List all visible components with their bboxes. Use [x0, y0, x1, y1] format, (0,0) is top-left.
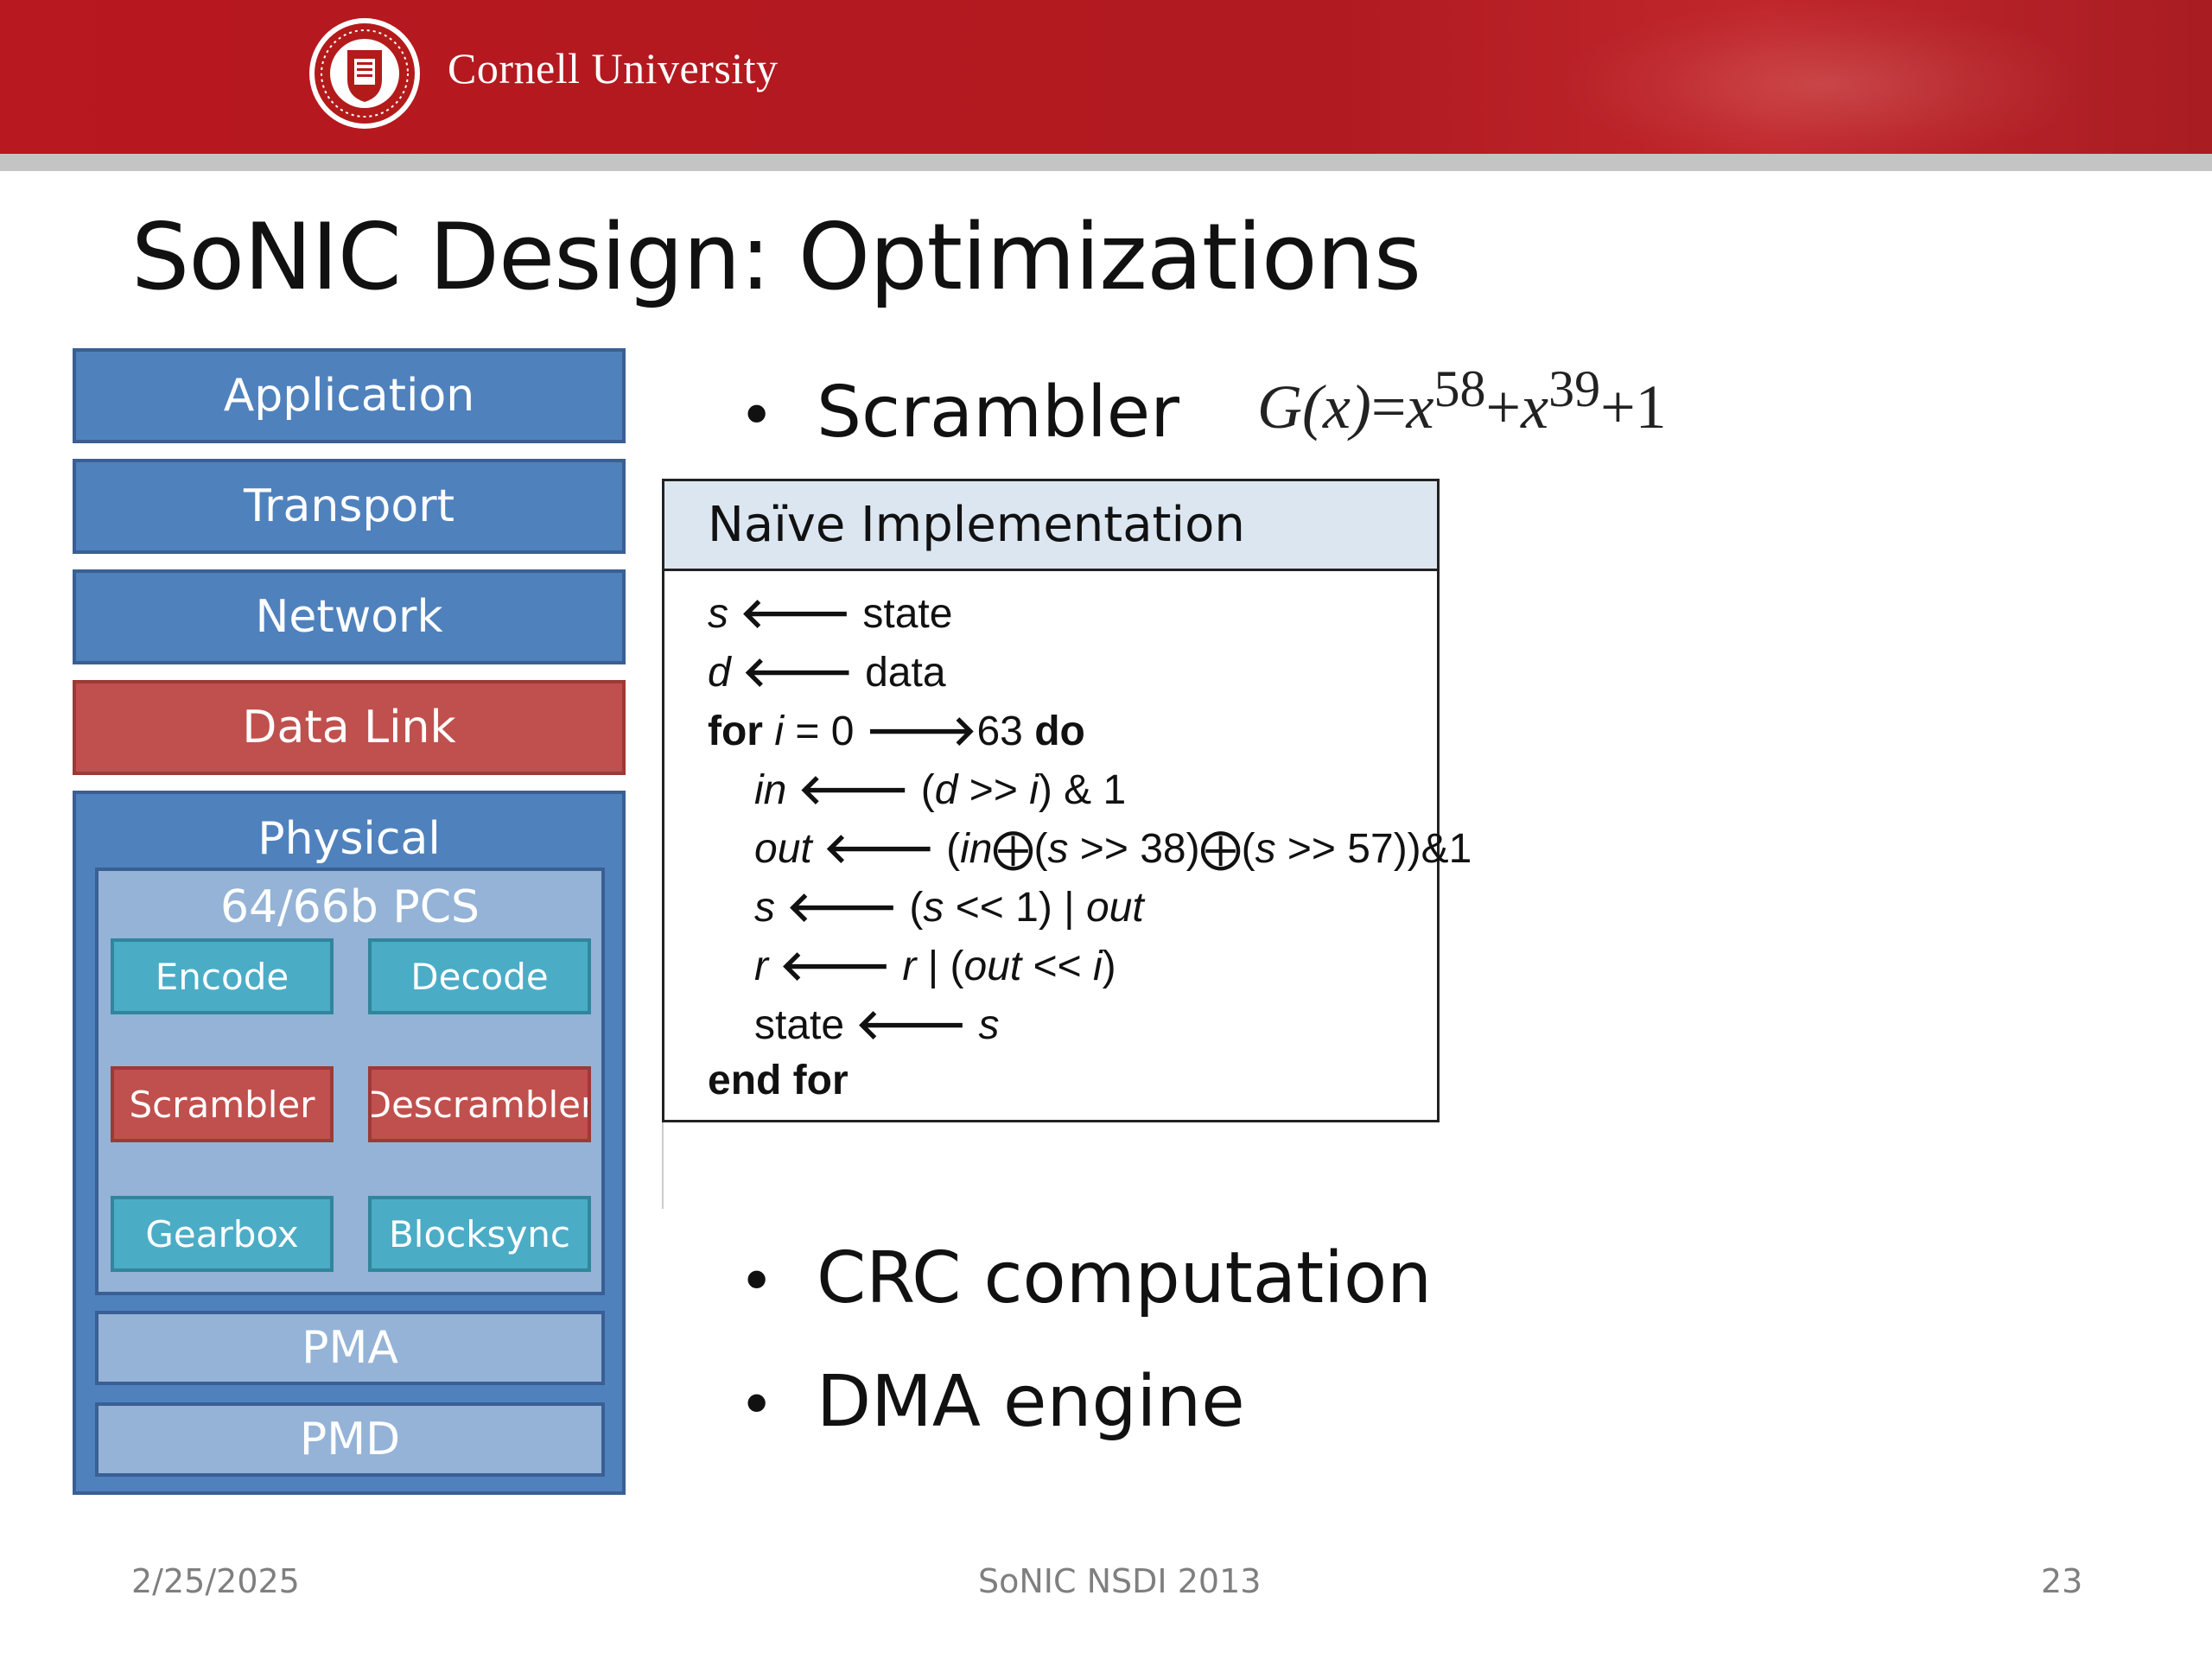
layer-physical: Physical 64/66b PCS Encode Decode Scramb…: [73, 791, 626, 1495]
banner-divider: [0, 154, 2212, 171]
bullet-dot: •: [739, 380, 775, 451]
bullet-scrambler: • Scrambler: [739, 372, 1179, 454]
formula-plus: +: [1485, 372, 1522, 442]
bullet-dma-text: DMA engine: [817, 1361, 1245, 1443]
code-line-3: for i = 0 🡒63 do: [708, 709, 1085, 754]
bullet-crc: • CRC computation: [739, 1237, 1432, 1319]
footer-page-number: 23: [2041, 1562, 2083, 1600]
gearbox-module: Gearbox: [111, 1196, 334, 1272]
code-box-divider: [662, 1122, 664, 1209]
decode-module: Decode: [368, 938, 591, 1014]
blocksync-module: Blocksync: [368, 1196, 591, 1272]
pcs-block: 64/66b PCS Encode Decode Scrambler Descr…: [95, 868, 605, 1295]
formula-eq: =: [1370, 372, 1407, 442]
code-box-header: Naïve Implementation: [664, 481, 1437, 571]
bullet-dot: •: [739, 1370, 775, 1440]
physical-label: Physical: [257, 813, 441, 865]
layer-data-link: Data Link: [73, 680, 626, 775]
footer-title: SoNIC NSDI 2013: [978, 1562, 1262, 1600]
code-line-2: d 🡐 data: [708, 650, 946, 696]
bullet-scrambler-text: Scrambler: [817, 372, 1179, 454]
code-line-5: out 🡐 (in⨁(s >> 38)⨁(s >> 57))&1: [754, 826, 1472, 872]
pcs-label: 64/66b PCS: [219, 881, 480, 933]
pmd-block: PMD: [95, 1402, 605, 1477]
scrambler-module: Scrambler: [111, 1066, 334, 1142]
pma-block: PMA: [95, 1311, 605, 1385]
bullet-dma: • DMA engine: [739, 1361, 1245, 1443]
polynomial-formula: G(x)=x58+x39+1: [1257, 363, 1667, 443]
footer-date: 2/25/2025: [131, 1562, 300, 1600]
code-line-6: s 🡐 (s << 1) | out: [754, 885, 1144, 931]
bullet-dot: •: [739, 1246, 775, 1317]
formula-exp2: 39: [1548, 360, 1601, 417]
code-line-9: end for: [708, 1058, 849, 1103]
brand-name: Cornell University: [448, 44, 779, 92]
slide-title: SoNIC Design: Optimizations: [131, 204, 1421, 310]
naive-implementation-box: Naïve Implementation s 🡐 state d 🡐 data …: [662, 479, 1471, 1122]
formula-exp1: 58: [1433, 360, 1486, 417]
encode-module: Encode: [111, 938, 334, 1014]
formula-x1: x: [1406, 372, 1434, 442]
code-line-1: s 🡐 state: [708, 591, 953, 637]
formula-tail: +1: [1600, 372, 1667, 442]
statue-image: [1555, 0, 2091, 154]
descrambler-module: Descrambler: [368, 1066, 591, 1142]
bullet-crc-text: CRC computation: [817, 1237, 1433, 1319]
code-line-7: r 🡐 r | (out << i): [754, 944, 1116, 989]
formula-lhs: G(x): [1257, 372, 1371, 442]
layer-transport: Transport: [73, 459, 626, 554]
code-line-4: in 🡐 (d >> i) & 1: [754, 767, 1127, 813]
formula-x2: x: [1521, 372, 1549, 442]
code-line-8: state 🡐 s: [754, 1002, 1000, 1048]
layer-application: Application: [73, 348, 626, 443]
cornell-seal-icon: [309, 18, 420, 129]
layer-network: Network: [73, 569, 626, 664]
